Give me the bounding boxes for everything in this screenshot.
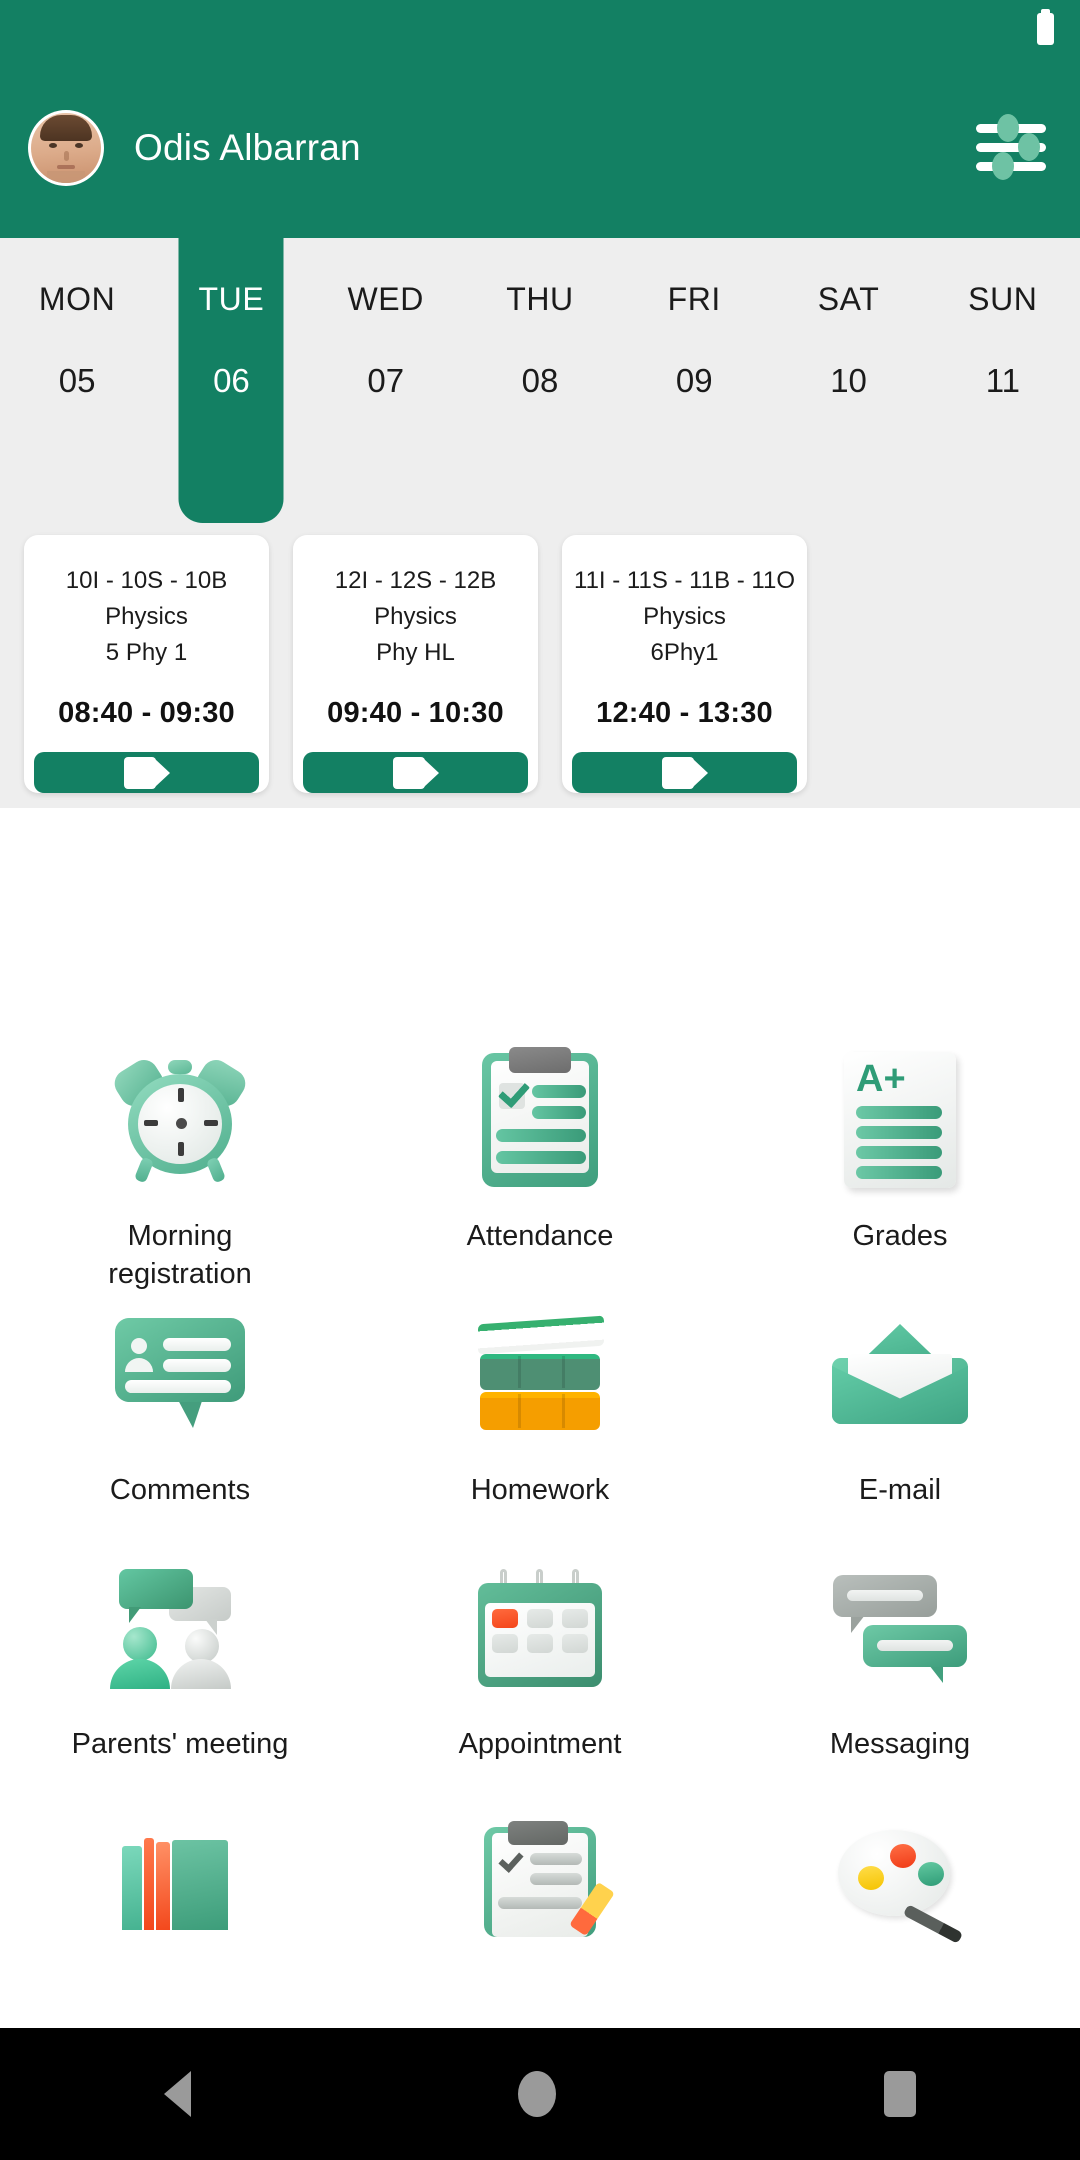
video-camera-icon (392, 756, 439, 789)
avatar-image (31, 113, 101, 183)
lesson-time: 08:40 - 09:30 (58, 697, 235, 729)
two-people-chat-icon (95, 1553, 265, 1703)
menu-item-attendance[interactable]: Attendance (360, 1039, 720, 1293)
paint-palette-icon (815, 1807, 985, 1957)
menu-item-label: Homework (470, 1474, 610, 1506)
menu-item-appointment[interactable]: Appointment (360, 1547, 720, 1801)
menu-item-label: Attendance (466, 1220, 614, 1252)
lesson-card[interactable]: 11I - 11S - 11B - 11O Physics 6Phy1 12:4… (562, 535, 807, 793)
day-date: 05 (58, 362, 96, 399)
avatar[interactable] (28, 110, 104, 186)
lesson-cards-carousel[interactable]: 10I - 10S - 10B Physics 5 Phy 1 08:40 - … (0, 523, 1080, 808)
open-envelope-icon (815, 1299, 985, 1449)
day-tab-tue[interactable]: TUE 06 (154, 238, 308, 523)
user-name: Odis Albarran (134, 127, 361, 168)
video-camera-icon (123, 756, 170, 789)
menu-item-clipboard-pen[interactable] (360, 1801, 720, 2055)
lesson-classes: 11I - 11S - 11B - 11O (574, 567, 795, 594)
menu-item-homework[interactable]: Homework (360, 1293, 720, 1547)
join-video-button[interactable] (34, 752, 259, 793)
app-bar: Odis Albarran (0, 58, 1080, 238)
clipboard-check-icon (455, 1045, 625, 1195)
lesson-subject: Physics (643, 603, 726, 630)
bookshelf-icon (95, 1807, 265, 1957)
android-nav-bar (0, 2028, 1080, 2160)
menu-item-morning-registration[interactable]: Morning registration (0, 1039, 360, 1293)
lesson-subject: Physics (105, 603, 188, 630)
menu-item-label: Grades (852, 1220, 948, 1252)
lesson-time: 12:40 - 13:30 (596, 697, 773, 729)
day-date: 07 (367, 362, 405, 399)
day-label: TUE (198, 281, 265, 317)
day-label: SUN (968, 281, 1038, 317)
day-tab-sat[interactable]: SAT 10 (771, 238, 925, 523)
lesson-time: 09:40 - 10:30 (327, 697, 504, 729)
day-date: 09 (675, 362, 713, 399)
a-plus-document-icon: A+ (815, 1045, 985, 1195)
day-label: THU (506, 281, 574, 317)
alarm-clock-icon (95, 1045, 265, 1195)
day-label: SAT (817, 281, 880, 317)
lesson-classes: 10I - 10S - 10B (65, 567, 228, 594)
clipboard-pen-icon (455, 1807, 625, 1957)
menu-item-label: Appointment (458, 1728, 622, 1760)
menu-item-books[interactable] (0, 1801, 360, 2055)
menu-item-label: Comments (109, 1474, 251, 1506)
day-label: WED (347, 281, 424, 317)
day-tab-fri[interactable]: FRI 09 (617, 238, 771, 523)
menu-item-label: Parents' meeting (71, 1728, 289, 1760)
recents-square-icon[interactable] (884, 2071, 917, 2117)
lesson-subject: Physics (374, 603, 457, 630)
day-date: 06 (213, 362, 250, 399)
video-camera-icon (661, 756, 708, 789)
home-circle-icon[interactable] (518, 2071, 557, 2117)
menu-item-grades[interactable]: A+ Grades (720, 1039, 1080, 1293)
menu-item-email[interactable]: E-mail (720, 1293, 1080, 1547)
menu-item-comments[interactable]: Comments (0, 1293, 360, 1547)
lesson-room: 6Phy1 (650, 639, 719, 666)
day-date: 10 (830, 362, 867, 399)
book-stack-icon (455, 1299, 625, 1449)
join-video-button[interactable] (303, 752, 528, 793)
day-label: MON (38, 281, 116, 317)
day-tab-wed[interactable]: WED 07 (309, 238, 463, 523)
day-date: 08 (521, 362, 559, 399)
app-screen: Odis Albarran MON 05 TUE 06 WED 07 THU 0… (0, 0, 1080, 2160)
lesson-card[interactable]: 12I - 12S - 12B Physics Phy HL 09:40 - 1… (293, 535, 538, 793)
day-tab-sun[interactable]: SUN 11 (926, 238, 1080, 523)
lesson-room: 5 Phy 1 (105, 639, 188, 666)
lesson-room: Phy HL (376, 639, 455, 666)
menu-panel: Morning registration Attendance A+ Grade… (0, 1013, 1080, 2160)
week-day-selector: MON 05 TUE 06 WED 07 THU 08 FRI 09 SAT 1… (0, 238, 1080, 523)
calendar-icon (455, 1553, 625, 1703)
day-tab-mon[interactable]: MON 05 (0, 238, 154, 523)
day-tab-thu[interactable]: THU 08 (463, 238, 617, 523)
lesson-card[interactable]: 10I - 10S - 10B Physics 5 Phy 1 08:40 - … (24, 535, 269, 793)
menu-item-messaging[interactable]: Messaging (720, 1547, 1080, 1801)
chat-bubbles-icon (815, 1553, 985, 1703)
battery-icon (1037, 9, 1054, 45)
comment-bubble-icon (95, 1299, 265, 1449)
menu-item-parents-meeting[interactable]: Parents' meeting (0, 1547, 360, 1801)
lesson-classes: 12I - 12S - 12B (334, 567, 497, 594)
menu-grid: Morning registration Attendance A+ Grade… (0, 1039, 1080, 2055)
sliders-settings-icon[interactable] (976, 114, 1046, 180)
day-date: 11 (985, 362, 1020, 399)
join-video-button[interactable] (572, 752, 797, 793)
menu-item-label: Morning registration (108, 1220, 252, 1290)
menu-item-palette[interactable] (720, 1801, 1080, 2055)
status-bar (0, 0, 1080, 58)
day-label: FRI (667, 281, 721, 317)
menu-item-label: Messaging (829, 1728, 971, 1760)
menu-item-label: E-mail (858, 1474, 942, 1506)
back-triangle-icon[interactable] (163, 2071, 191, 2117)
